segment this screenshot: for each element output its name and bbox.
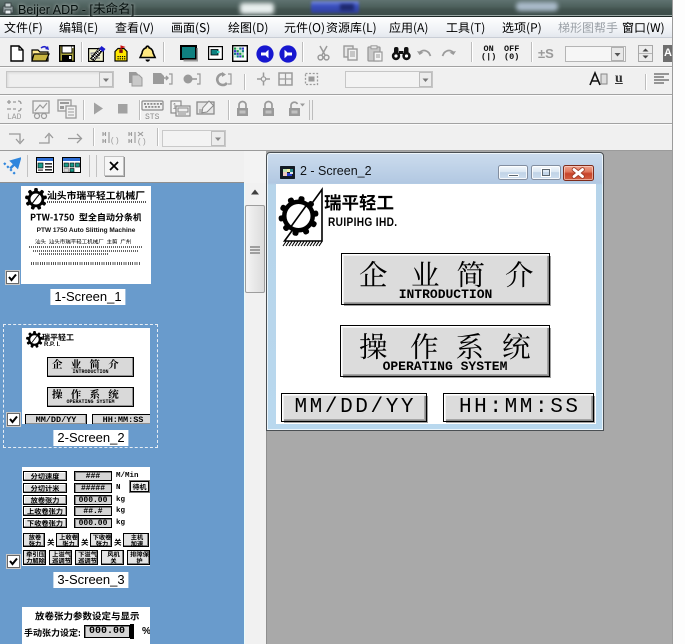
svg-text:STS: STS [145,113,160,120]
svg-text:LAD: LAD [7,113,22,120]
svg-text:(): () [110,137,120,146]
svg-text:(): () [137,138,147,147]
